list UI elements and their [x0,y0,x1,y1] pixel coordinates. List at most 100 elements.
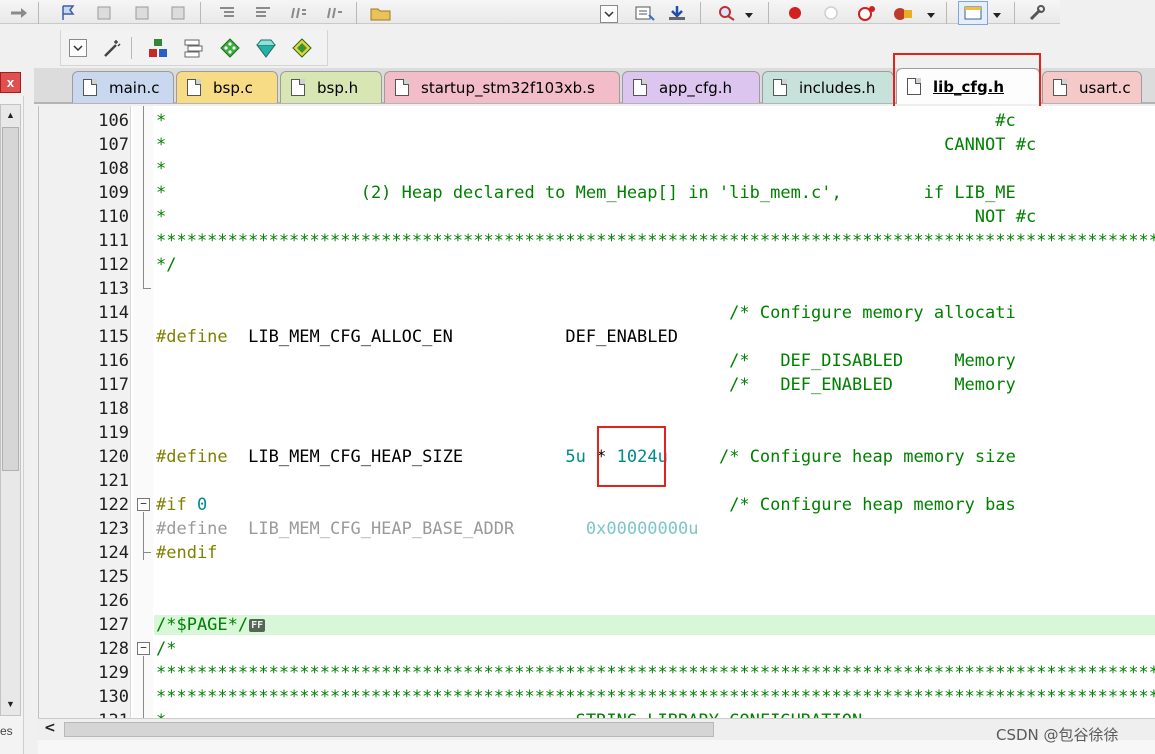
code-token: #c [166,111,1016,131]
project-pane-scrollbar[interactable]: ▲ ▼ [0,104,21,716]
toolbar-separator [131,37,132,59]
download-icon[interactable] [666,2,688,24]
main-toolbar [0,0,1060,26]
scroll-down-icon[interactable]: ▼ [2,695,19,713]
document-icon [773,79,787,96]
code-line: 124 #endif [39,540,1155,564]
tab-label: lib_cfg.h [933,77,1005,96]
code-token: CANNOT #c [166,135,1037,155]
open-folder-icon[interactable] [370,2,392,24]
tab-bsp-c[interactable]: bsp.c [176,71,278,103]
bookmark-next-icon[interactable] [132,2,154,24]
debug-dropdown-icon[interactable] [924,4,938,26]
fold-toggle-icon[interactable]: − [137,642,150,655]
project-toolbar [60,30,328,66]
line-number: 122 [98,495,129,515]
event-recorder-icon[interactable] [291,37,313,59]
fold-guide-end [143,288,151,289]
code-token: /* Configure heap memory bas [207,495,1016,515]
layout-dropdown-icon[interactable] [990,4,1004,26]
tab-label: startup_stm32f103xb.s [421,78,595,97]
code-token: /* [156,639,177,659]
indent-icon[interactable] [216,2,238,24]
line-number: 125 [98,567,129,587]
code-text: ****************************************… [156,663,1155,683]
line-number: 129 [98,663,129,683]
toolbar-separator [700,2,701,24]
code-text: * (2) Heap declared to Mem_Heap[] in 'li… [156,183,1016,203]
tab-app-cfg-h[interactable]: app_cfg.h [622,71,760,103]
tab-includes-h[interactable]: includes.h [762,71,894,103]
code-token: * [156,135,167,155]
breakpoint-kill-icon[interactable] [856,2,878,24]
code-text: ****************************************… [156,687,1155,707]
scrollbar-thumb[interactable] [64,722,714,737]
find-icon[interactable] [716,2,738,24]
code-token: * [585,447,617,467]
find-dropdown-icon[interactable] [742,4,756,26]
tab-main-c[interactable]: main.c [72,71,174,103]
uncomment-icon[interactable] [324,2,346,24]
scroll-left-icon[interactable]: < [44,720,56,736]
code-line: 130 *************************************… [39,684,1155,708]
code-token: #endif [156,543,218,563]
code-line: 109 * (2) Heap declared to Mem_Heap[] in … [39,180,1155,204]
bookmark-prev-icon[interactable] [94,2,116,24]
build-icon[interactable] [634,2,656,24]
target-dropdown-icon[interactable] [69,39,87,57]
code-text: * #c [156,111,1016,131]
editor-horizontal-scrollbar[interactable]: < [38,718,1155,740]
code-token: #define [156,519,228,539]
line-number: 118 [98,399,129,419]
code-text: #endif [156,543,217,563]
ide-window: x ▲ ▼ es main.c bsp.c bsp.h startup_stm32f1… [0,0,1155,754]
line-number: 109 [98,183,129,203]
document-icon [291,79,305,96]
breakpoint-icon[interactable] [784,2,806,24]
toolbar-separator [768,2,769,24]
combo-dropdown-icon[interactable] [600,5,618,23]
code-line: 112 */ [39,252,1155,276]
pack-green-icon[interactable] [255,37,277,59]
tab-lib-cfg-h[interactable]: lib_cfg.h [896,68,1040,104]
tab-startup-stm32f103xb-s[interactable]: startup_stm32f103xb.s [384,71,620,103]
code-line: 121 [39,468,1155,492]
code-line: 123 #define LIB_MEM_CFG_HEAP_BASE_ADDR 0x… [39,516,1155,540]
code-token: ****************************************… [156,663,1155,683]
bookmark-icon[interactable] [58,2,80,24]
tab-usart-c[interactable]: usart.c [1042,71,1142,103]
fold-guide-end [143,552,151,553]
line-number: 121 [98,471,129,491]
code-editor[interactable]: 106 * #c 107 * CANNOT #c 108 * 109 * (2)… [38,106,1155,726]
editor-tab-bar: main.c bsp.c bsp.h startup_stm32f103xb.s app… [34,68,1155,104]
scroll-up-icon[interactable]: ▲ [2,106,19,124]
window-layout-icon[interactable] [958,1,988,25]
line-number: 120 [98,447,129,467]
pack-installer-icon[interactable] [147,37,169,59]
code-token: ****************************************… [156,231,1155,251]
pane-tab-label[interactable]: es [0,724,13,738]
select-software-packs-icon[interactable] [219,37,241,59]
code-text: * NOT #c [156,207,1036,227]
tab-bsp-h[interactable]: bsp.h [280,71,382,103]
code-text: /* [156,639,176,659]
redo-arrow-icon[interactable] [8,2,30,24]
code-line: 107 * CANNOT #c [39,132,1155,156]
comment-icon[interactable] [288,2,310,24]
bookmark-clear-icon[interactable] [168,2,190,24]
breakpoint-debug-icon[interactable] [892,2,914,24]
code-token: /*$PAGE*/ [156,615,249,635]
toolbar-separator [200,2,201,24]
magic-wand-icon[interactable] [101,37,123,59]
line-number: 108 [98,159,129,179]
line-number: 107 [98,135,129,155]
configure-wrench-icon[interactable] [1026,2,1048,24]
breakpoint-disable-icon[interactable] [820,2,842,24]
manage-components-icon[interactable] [183,37,205,59]
tab-label: bsp.h [317,78,359,97]
close-pane-button[interactable]: x [0,72,21,93]
fold-toggle-icon[interactable]: − [137,498,150,511]
document-icon [187,79,201,96]
scrollbar-thumb[interactable] [2,127,19,471]
unindent-icon[interactable] [252,2,274,24]
